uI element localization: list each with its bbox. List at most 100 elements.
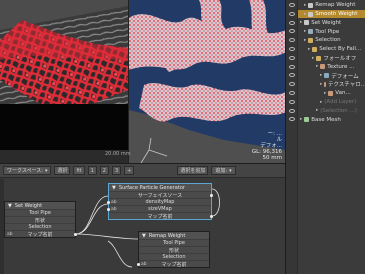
layout-1-button[interactable]: 1	[87, 166, 97, 175]
visibility-eye-icon[interactable]	[289, 91, 295, 95]
node-header[interactable]: ▼ Remap Weight	[139, 232, 209, 239]
output-port-icon[interactable]	[74, 233, 77, 236]
expand-triangle-icon[interactable]: ▸	[300, 20, 302, 25]
node-port-row[interactable]: サーフェイスソース	[109, 191, 213, 199]
item-list-panel[interactable]: ▸ Remap Weight ▸ Smooth Weight ▸ Set Weight ▸ T…	[285, 0, 365, 274]
item-list-row[interactable]: ▸ Smooth Weight	[298, 9, 365, 19]
chevron-down-icon: ▾	[44, 167, 48, 174]
visibility-eye-icon[interactable]	[289, 64, 295, 69]
item-list-label: Set Weight	[311, 19, 342, 26]
item-list-label: Tool Pipe	[315, 28, 340, 35]
item-list-row[interactable]: ▸ Base Mesh	[298, 115, 365, 124]
expand-triangle-icon[interactable]: ▸	[320, 82, 322, 87]
node-port-row[interactable]: ab マップ名前	[137, 260, 209, 268]
selection-icon	[308, 37, 314, 43]
node-remap-weight[interactable]: ▼ Remap Weight Tool Pipe 形状 Selection ab…	[137, 231, 210, 268]
item-list-row[interactable]: ▸ テクスチャロ...	[298, 80, 365, 89]
schematic-graph[interactable]: ▼ Set Weight Tool Pipe 形状 Selection ab マ…	[0, 179, 285, 274]
node-port-row[interactable]: Selection	[5, 223, 75, 230]
item-list-row[interactable]: ▸ Tool Pipe	[298, 27, 365, 36]
expand-triangle-icon[interactable]: ▸	[312, 56, 314, 61]
expand-triangle-icon[interactable]: ▸	[304, 12, 306, 17]
add-selected-button[interactable]: 選択を追加	[177, 166, 209, 175]
node-port-row[interactable]: マップ名前	[109, 212, 213, 220]
visibility-eye-icon[interactable]	[289, 3, 295, 7]
node-set-weight[interactable]: ▼ Set Weight Tool Pipe 形状 Selection ab マ…	[4, 201, 77, 238]
item-list-row[interactable]: ▸ Texture ...	[298, 63, 365, 72]
item-list-row[interactable]: ▸ (Add Layer)	[298, 98, 365, 107]
schematic-panel[interactable]: ワークスペース: ▾ 選択 fit 1 2 3 + 選択を追加 追加: ▾ ▼ …	[0, 163, 285, 274]
item-list-row[interactable]: ▸ Selection	[298, 36, 365, 45]
input-port-icon[interactable]	[107, 208, 110, 211]
expand-triangle-icon[interactable]: ▸	[304, 38, 306, 43]
item-list-row[interactable]: ▸ Remap Weight	[298, 1, 365, 10]
input-port-icon[interactable]	[107, 201, 110, 204]
add-dropdown[interactable]: 追加: ▾	[211, 166, 236, 175]
node-port-label: マップ名前	[147, 213, 173, 220]
port-type-label: ab	[141, 261, 147, 267]
output-port-icon[interactable]	[210, 215, 213, 218]
visibility-eye-icon[interactable]	[289, 108, 295, 113]
item-list-label: (Add Layer)	[324, 99, 357, 106]
expand-triangle-icon[interactable]: ▸	[324, 91, 326, 96]
expand-triangle-icon[interactable]: ▸	[320, 73, 322, 78]
expand-triangle-icon[interactable]: ▸	[308, 47, 310, 52]
output-port-icon[interactable]	[210, 194, 213, 197]
visibility-eye-icon[interactable]	[289, 99, 295, 104]
visibility-eye-icon[interactable]	[289, 55, 295, 60]
node-port-label: マップ名前	[27, 231, 53, 238]
workspace-dropdown[interactable]: ワークスペース: ▾	[3, 166, 52, 175]
texture-icon	[328, 90, 334, 96]
expand-triangle-icon[interactable]: ▸	[316, 108, 318, 113]
node-header[interactable]: ▼ Surface Particle Generator	[109, 184, 211, 191]
expand-triangle-icon[interactable]: ▸	[304, 29, 306, 34]
node-header[interactable]: ▼ Set Weight	[5, 202, 75, 209]
node-port-row[interactable]: 形状	[5, 216, 75, 224]
timeline-label: 20.00 mm	[105, 151, 131, 157]
expand-triangle-icon[interactable]: ▸	[300, 117, 302, 122]
collapse-triangle-icon[interactable]: ▼	[112, 185, 116, 191]
expand-triangle-icon[interactable]: ▸	[320, 100, 322, 105]
expand-triangle-icon[interactable]: ▸	[304, 3, 306, 8]
item-list-label: Selection	[315, 37, 341, 44]
expand-triangle-icon[interactable]: ▸	[316, 64, 318, 69]
readout-line: 50 mm	[262, 155, 282, 161]
node-port-row[interactable]: ab sizeVMap	[107, 205, 211, 212]
item-list-label: (Selection ...)	[320, 107, 357, 114]
node-port-row[interactable]: Tool Pipe	[5, 209, 75, 216]
item-list-row[interactable]: ▸ Set Weight	[298, 19, 365, 28]
tool-icon	[308, 11, 314, 17]
workspace-label: ワークスペース:	[7, 168, 43, 174]
layout-3-button[interactable]: 3	[111, 166, 122, 175]
item-list-label: Texture ...	[327, 63, 355, 70]
fit-view-button[interactable]: fit	[73, 166, 85, 175]
visibility-eye-icon[interactable]	[289, 20, 295, 25]
item-list-label: テクスチャロ...	[327, 82, 365, 89]
node-port-row[interactable]: 形状	[139, 246, 209, 254]
viewport-right[interactable]: ー: ... ル デフォ... GL: 96,316 50 mm	[128, 0, 285, 163]
select-button[interactable]: 選択	[54, 166, 71, 175]
visibility-eye-icon[interactable]	[289, 11, 295, 16]
item-list-row[interactable]: ▸ Van...	[298, 89, 365, 98]
item-list-label: デフォーム	[331, 73, 359, 80]
viewport-left[interactable]	[0, 0, 128, 150]
node-port-row[interactable]: Tool Pipe	[139, 239, 209, 246]
node-port-label: マップ名前	[161, 261, 187, 268]
node-port-row[interactable]: ab densityMap	[107, 198, 211, 205]
item-list-row[interactable]: ▸ Select By Fall...	[298, 45, 365, 54]
collapse-triangle-icon[interactable]: ▼	[142, 233, 146, 239]
input-port-icon[interactable]	[137, 263, 140, 266]
node-port-row[interactable]: Selection	[139, 253, 209, 260]
node-surface-particle-generator[interactable]: ▼ Surface Particle Generator サーフェイスソース a…	[107, 183, 213, 220]
layout-2-button[interactable]: 2	[99, 166, 109, 175]
falloff-icon	[312, 46, 318, 52]
texture-icon	[324, 81, 326, 87]
collapse-triangle-icon[interactable]: ▼	[8, 203, 12, 209]
visibility-eye-icon[interactable]	[289, 47, 295, 51]
port-type-label: ab	[111, 199, 117, 205]
add-button[interactable]: +	[124, 166, 135, 175]
node-port-row[interactable]: ab マップ名前	[5, 230, 77, 238]
item-list-row[interactable]: ▸ フォールオフ	[298, 54, 365, 63]
item-list-row[interactable]: ▸ (Selection ...)	[298, 107, 365, 116]
item-list-row[interactable]: ▸ デフォーム	[298, 71, 365, 80]
